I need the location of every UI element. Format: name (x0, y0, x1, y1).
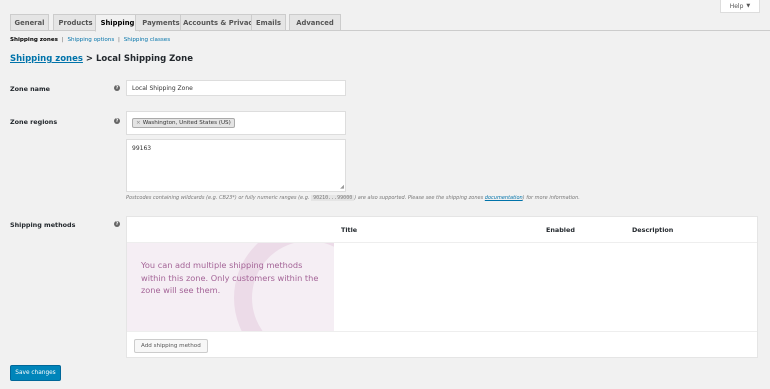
blank-state-message: You can add multiple shipping methods wi… (141, 260, 319, 295)
breadcrumb-current: > Local Shipping Zone (82, 54, 193, 64)
tab-accounts-privacy[interactable]: Accounts & Privacy (180, 14, 260, 31)
subnav-shipping-options[interactable]: Shipping options (67, 37, 114, 43)
zone-regions-select[interactable]: × Washington, United States (US) (126, 111, 346, 135)
table-footer: Add shipping method (127, 331, 757, 359)
subnav-shipping-classes[interactable]: Shipping classes (124, 37, 170, 43)
hint-text-after: ) for more information. (522, 195, 580, 201)
subnav-separator: | (61, 37, 64, 43)
help-tip-icon[interactable]: ? (114, 118, 120, 124)
postcodes-textarea[interactable]: 99163 ◢ (126, 139, 346, 192)
postcodes-value: 99163 (132, 145, 152, 152)
resize-handle-icon[interactable]: ◢ (340, 184, 344, 190)
shipping-methods-label: Shipping methods (10, 221, 76, 229)
documentation-link[interactable]: documentation (485, 195, 523, 201)
column-title: Title (341, 226, 358, 234)
remove-tag-icon[interactable]: × (136, 120, 141, 126)
column-description: Description (632, 226, 674, 234)
tab-shipping[interactable]: Shipping (95, 14, 140, 32)
tab-advanced[interactable]: Advanced (289, 14, 341, 31)
page-title: Shipping zones > Local Shipping Zone (10, 54, 193, 64)
zone-name-input[interactable]: Local Shipping Zone (126, 80, 346, 96)
help-tip-icon[interactable]: ? (114, 221, 120, 227)
shipping-methods-table: Title Enabled Description You can add mu… (126, 216, 758, 358)
help-label: Help (729, 2, 744, 10)
add-shipping-method-button[interactable]: Add shipping method (134, 339, 208, 353)
hint-code: 90210...99000 (311, 195, 355, 201)
hint-text-before: Postcodes containing wildcards (e.g. CB2… (126, 195, 312, 201)
save-changes-button[interactable]: Save changes (10, 365, 61, 381)
zone-name-label: Zone name (10, 85, 50, 93)
postcodes-hint: Postcodes containing wildcards (e.g. CB2… (126, 195, 580, 201)
column-enabled: Enabled (546, 226, 575, 234)
settings-tabs: General Products Shipping Payments Accou… (10, 14, 770, 32)
tab-emails[interactable]: Emails (251, 14, 286, 31)
tab-general[interactable]: General (10, 14, 49, 31)
tab-products[interactable]: Products (53, 14, 98, 31)
help-tip-icon[interactable]: ? (114, 85, 120, 91)
blank-state: You can add multiple shipping methods wi… (127, 243, 334, 331)
chevron-down-icon: ▼ (746, 3, 751, 9)
table-header: Title Enabled Description (127, 217, 757, 243)
subnav-separator: | (118, 37, 120, 43)
subnav-shipping-zones[interactable]: Shipping zones (10, 37, 58, 43)
shipping-subnav: Shipping zones | Shipping options | Ship… (10, 37, 170, 43)
hint-text-middle: ) are also supported. Please see the shi… (354, 195, 485, 201)
zone-regions-label: Zone regions (10, 118, 58, 126)
region-tag: × Washington, United States (US) (132, 118, 235, 128)
breadcrumb-shipping-zones-link[interactable]: Shipping zones (10, 54, 83, 64)
region-tag-label: Washington, United States (US) (142, 120, 231, 126)
help-tab[interactable]: Help ▼ (720, 0, 760, 13)
